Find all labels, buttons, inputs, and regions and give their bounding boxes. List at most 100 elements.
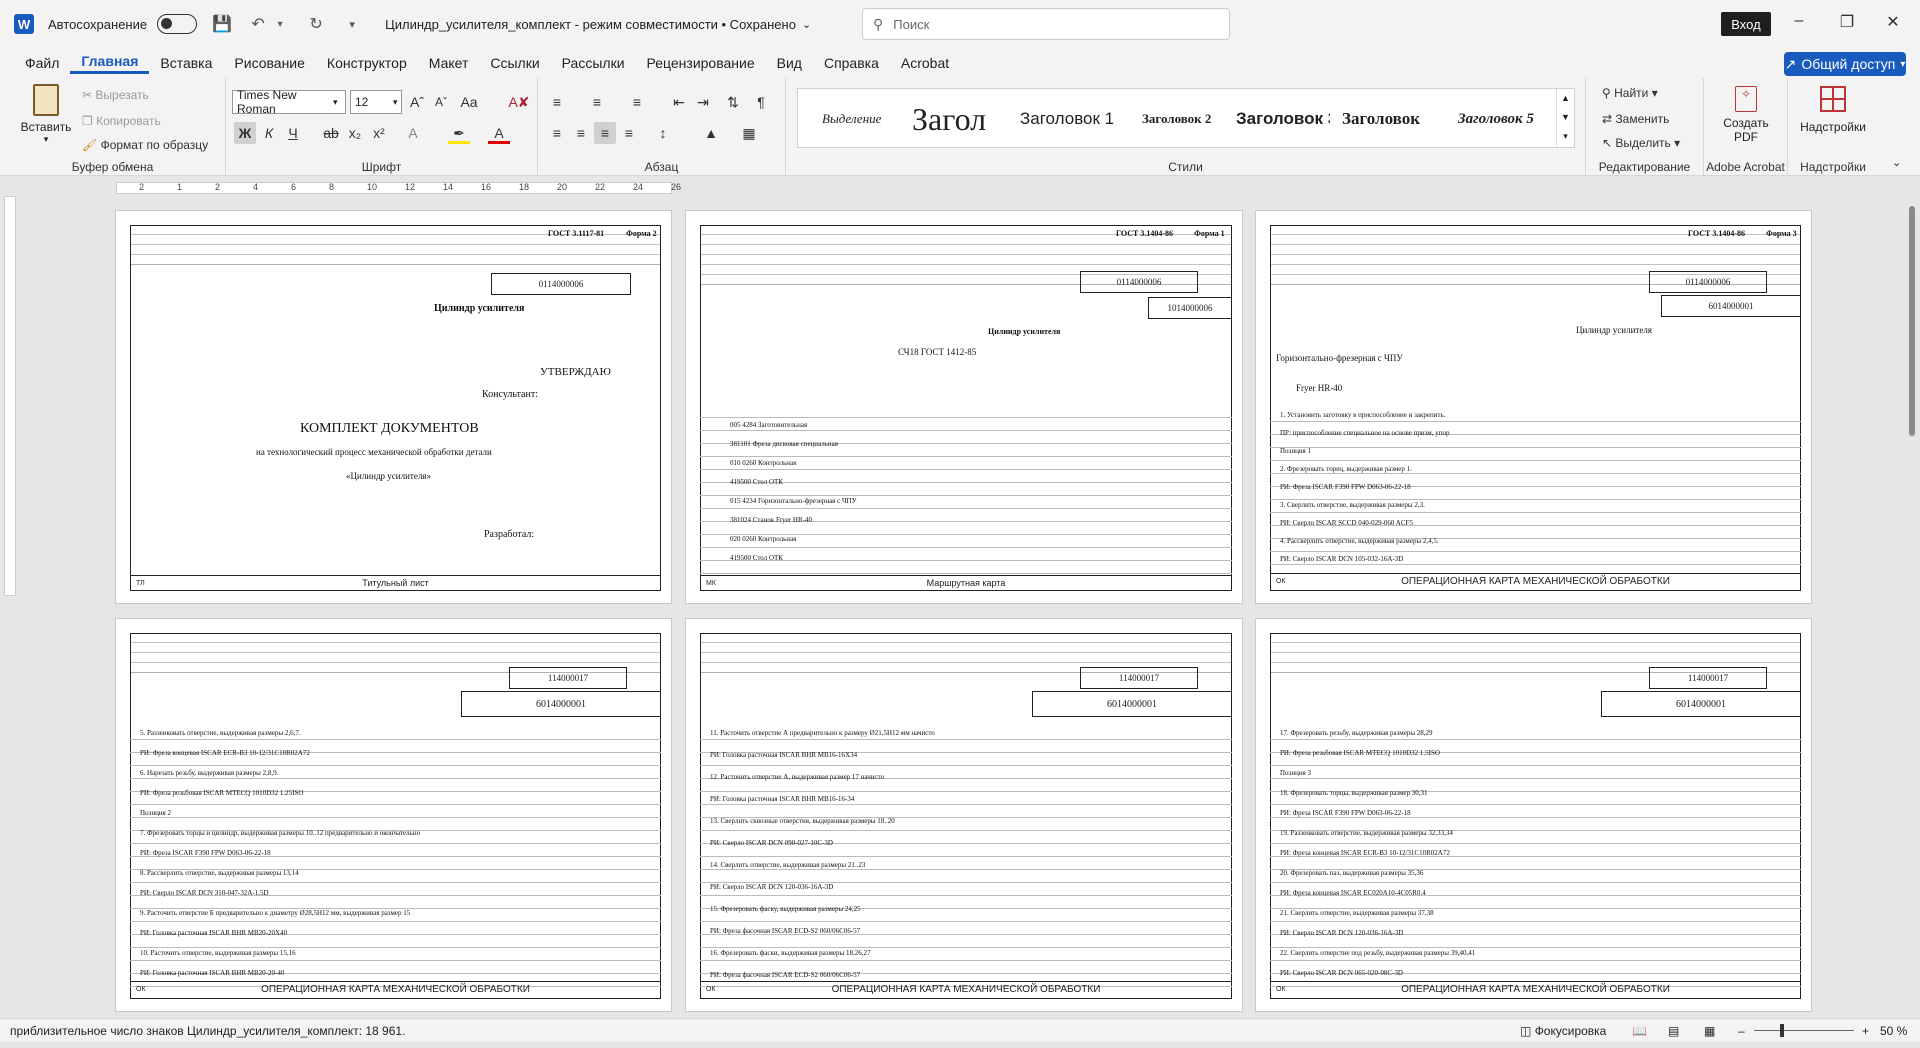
vertical-ruler[interactable] — [4, 196, 16, 596]
share-button[interactable]: ↗ Общий доступ ▾ — [1784, 52, 1906, 76]
document-title[interactable]: Цилиндр_усилителя_комплект - режим совме… — [385, 17, 796, 32]
strikethrough-icon[interactable]: ab — [320, 122, 342, 144]
copy-button[interactable]: ❐ Копировать — [82, 114, 161, 128]
scrollbar-thumb[interactable] — [1909, 206, 1915, 436]
title-dropdown-icon[interactable]: ⌄ — [802, 18, 811, 31]
zoom-level[interactable]: 50 % — [1880, 1024, 1907, 1038]
tab-view[interactable]: Вид — [766, 55, 813, 71]
page-operation-card-3[interactable]: 114000017 6014000001 ОК ОПЕРАЦИОННАЯ КАР… — [685, 618, 1243, 1012]
horizontal-ruler[interactable]: 2 1 2 4 6 8 10 12 14 16 18 20 22 24 26 — [116, 182, 681, 194]
card-row-text: РИ: Фреза ISCAR F390 FPW D063-06-22-18 — [140, 849, 271, 857]
share-label: Общий доступ — [1801, 56, 1896, 72]
styles-scroll-icon[interactable]: ▲ ▼ ▾ — [1556, 89, 1574, 147]
read-mode-icon[interactable]: 📖 — [1632, 1024, 1647, 1038]
style-heading[interactable]: Заголовок — [1342, 89, 1420, 149]
caption-text: ОПЕРАЦИОННАЯ КАРТА МЕХАНИЧЕСКОЙ ОБРАБОТК… — [1401, 984, 1670, 995]
subscript-icon[interactable]: x₂ — [344, 122, 366, 144]
create-pdf-button[interactable]: ✧ Создать PDF — [1712, 86, 1780, 144]
replace-button[interactable]: ⇄ Заменить — [1602, 112, 1669, 126]
find-button[interactable]: ⚲ Найти ▾ — [1602, 86, 1658, 100]
change-case-icon[interactable]: Aa — [458, 91, 480, 113]
style-heading-2[interactable]: Заголовок 2 — [1142, 89, 1211, 149]
zoom-in-icon[interactable]: + — [1862, 1024, 1869, 1038]
increase-indent-icon[interactable]: ⇥ — [692, 91, 714, 113]
print-layout-icon[interactable]: ▤ — [1668, 1024, 1679, 1038]
page-operation-card-1[interactable]: ГОСТ 3.1404-86 Форма 3 0114000006 601400… — [1255, 210, 1812, 604]
tab-home[interactable]: Главная — [70, 53, 150, 74]
tab-help[interactable]: Справка — [813, 55, 890, 71]
focus-mode-button[interactable]: ◫ Фокусировка — [1520, 1024, 1606, 1038]
font-family-select[interactable]: Times New Roman ▾ — [232, 88, 346, 116]
tab-insert[interactable]: Вставка — [149, 55, 223, 71]
zoom-slider-thumb[interactable] — [1780, 1024, 1784, 1037]
zoom-slider[interactable] — [1754, 1024, 1854, 1037]
style-emphasis[interactable]: Выделение — [822, 89, 881, 149]
style-heading-3[interactable]: Заголовок 3 — [1236, 89, 1330, 149]
bullets-icon[interactable]: ≡ — [546, 91, 568, 113]
collapse-ribbon-icon[interactable]: ⌄ — [1892, 156, 1901, 169]
zoom-out-icon[interactable]: – — [1738, 1024, 1745, 1038]
card-row-text: РИ: Фреза концевая ISCAR ECR-B3 10-12/31… — [140, 749, 310, 757]
style-title[interactable]: Загол — [912, 89, 986, 149]
tab-mailings[interactable]: Рассылки — [551, 55, 636, 71]
highlight-color-icon[interactable]: ✒ — [448, 122, 470, 144]
tab-layout[interactable]: Макет — [418, 55, 480, 71]
justify-icon[interactable]: ≡ — [618, 122, 640, 144]
italic-button[interactable]: К — [258, 122, 280, 144]
align-right-icon[interactable]: ≡ — [594, 122, 616, 144]
align-left-icon[interactable]: ≡ — [546, 122, 568, 144]
tab-draw[interactable]: Рисование — [223, 55, 316, 71]
page-operation-card-4[interactable]: 114000017 6014000001 ОК ОПЕРАЦИОННАЯ КАР… — [1255, 618, 1812, 1012]
style-heading-5[interactable]: Заголовок 5 — [1458, 89, 1534, 149]
bold-button[interactable]: Ж — [234, 122, 256, 144]
page-operation-card-2[interactable]: 114000017 6014000001 ОК ОПЕРАЦИОННАЯ КАР… — [115, 618, 672, 1012]
undo-icon[interactable]: ↶ — [247, 14, 269, 34]
text-effects-icon[interactable]: A — [402, 122, 424, 144]
numbering-icon[interactable]: ≡ — [586, 91, 608, 113]
line-spacing-icon[interactable]: ↕ — [652, 122, 674, 144]
font-size-select[interactable]: 12 ▾ — [350, 90, 402, 114]
tab-review[interactable]: Рецензирование — [636, 55, 766, 71]
web-layout-icon[interactable]: ▦ — [1704, 1024, 1715, 1038]
font-color-icon[interactable]: A — [488, 122, 510, 144]
style-heading-1[interactable]: Заголовок 1 — [1020, 89, 1114, 149]
align-center-icon[interactable]: ≡ — [570, 122, 592, 144]
shrink-font-icon[interactable]: Aˇ — [430, 91, 452, 113]
vertical-scrollbar[interactable] — [1906, 196, 1918, 1016]
tab-design[interactable]: Конструктор — [316, 55, 418, 71]
clear-formatting-icon[interactable]: A✘ — [508, 91, 530, 113]
tab-file[interactable]: Файл — [14, 55, 70, 71]
undo-dropdown-icon[interactable]: ▾ — [269, 19, 291, 30]
underline-button[interactable]: Ч — [282, 122, 304, 144]
minimize-icon[interactable]: – — [1784, 12, 1814, 30]
borders-icon[interactable]: ▦ — [738, 122, 760, 144]
paste-button[interactable]: Вставить ▾ — [18, 84, 74, 154]
show-marks-icon[interactable]: ¶ — [750, 91, 772, 113]
restore-icon[interactable]: ❐ — [1832, 12, 1862, 32]
close-icon[interactable]: ✕ — [1878, 12, 1908, 32]
addins-button[interactable]: Надстройки — [1796, 86, 1870, 134]
word-count-status[interactable]: приблизительное число знаков Цилиндр_уси… — [10, 1024, 405, 1038]
select-button[interactable]: ↖ Выделить ▾ — [1602, 136, 1680, 150]
page-title-sheet[interactable]: ГОСТ 3.1117-81 Форма 2 0114000006 Цилинд… — [115, 210, 672, 604]
grow-font-icon[interactable]: Aˆ — [406, 91, 428, 113]
save-icon[interactable]: 💾 — [211, 14, 233, 34]
sort-icon[interactable]: ⇅ — [722, 91, 744, 113]
cut-button[interactable]: ✂ Вырезать — [82, 88, 149, 102]
redo-icon[interactable]: ↻ — [305, 14, 327, 34]
card-row-text: РИ: Головка расточная ISCAR BHR MB20-20-… — [140, 969, 285, 977]
superscript-icon[interactable]: x² — [368, 122, 390, 144]
styles-group-label: Стили — [1168, 160, 1203, 174]
autosave-toggle[interactable] — [157, 14, 198, 34]
tab-acrobat[interactable]: Acrobat — [890, 55, 960, 71]
multilevel-list-icon[interactable]: ≡ — [626, 91, 648, 113]
shading-icon[interactable]: ▲ — [700, 122, 722, 144]
decrease-indent-icon[interactable]: ⇤ — [668, 91, 690, 113]
card-row-text: 22. Сверлить отверстие под резьбу, выдер… — [1280, 949, 1476, 957]
customize-qat-icon[interactable]: ▾ — [341, 18, 363, 31]
format-painter-button[interactable]: 🖌 Формат по образцу — [82, 138, 208, 152]
search-box[interactable]: ⚲ Поиск — [862, 8, 1230, 40]
tab-references[interactable]: Ссылки — [479, 55, 550, 71]
signin-button[interactable]: Вход — [1721, 12, 1771, 36]
page-route-card[interactable]: ГОСТ 3.1404-86 Форма 1 0114000006 101400… — [685, 210, 1243, 604]
